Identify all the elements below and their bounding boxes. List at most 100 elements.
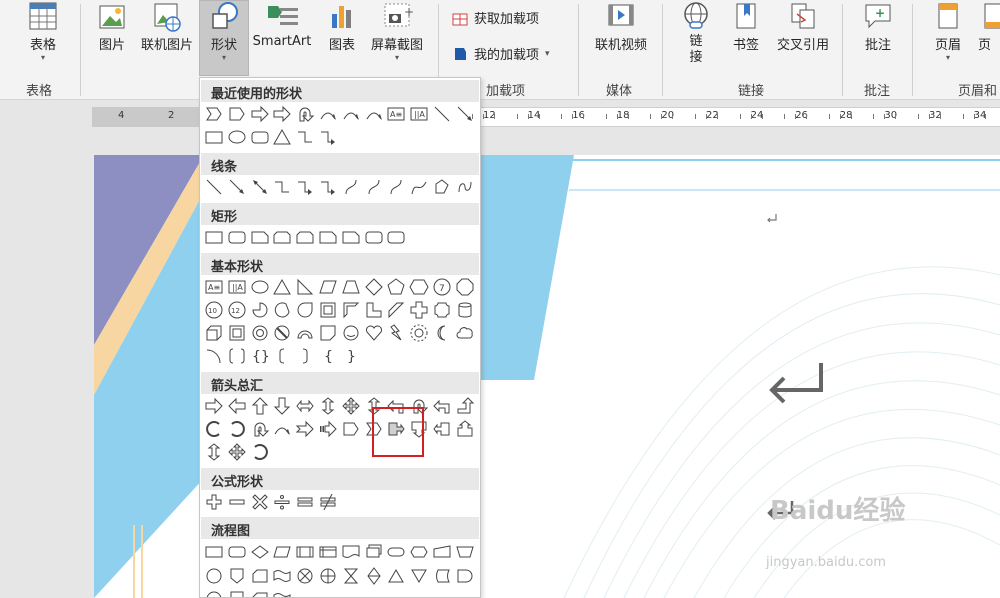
shape-option-lshape[interactable] [364,300,384,320]
shape-option-fcMerge[interactable] [409,566,429,586]
shape-option-penta[interactable] [386,277,406,297]
shape-option-fcSort[interactable] [364,566,384,586]
shape-option-freeform[interactable] [409,177,429,197]
shape-option-trap[interactable] [341,277,361,297]
shape-option-bentU[interactable] [455,396,475,416]
shape-option-snip2[interactable] [272,227,292,247]
cross-reference-button[interactable]: 交叉引用 [772,0,834,53]
shape-option-plus[interactable] [409,300,429,320]
shape-option-diamond[interactable] [364,277,384,297]
header-button[interactable]: 页眉 ▾ [926,0,970,63]
shape-option-curve[interactable] [364,104,384,124]
shape-option-linearr[interactable] [227,177,247,197]
get-addins-button[interactable]: 获取加载项 [452,8,539,27]
shape-option-fcTerm[interactable] [386,542,406,562]
shape-option-uturn[interactable] [295,104,315,124]
online-picture-button[interactable]: 联机图片 [138,0,196,53]
online-video-button[interactable]: 联机视频 [590,0,652,53]
shape-option-elbowA[interactable] [295,177,315,197]
shape-option-can[interactable] [455,300,475,320]
shape-option-fcOffpage[interactable] [227,589,247,597]
shape-option-vtextbox[interactable]: ||A [409,104,429,124]
shape-option-equal[interactable] [295,492,315,512]
shape-option-textbox[interactable]: A≡ [386,104,406,124]
shape-option-arUD[interactable] [318,396,338,416]
shape-option-bolt[interactable] [386,323,406,343]
shape-option-circR[interactable] [250,442,270,462]
shape-option-lbracket[interactable] [272,346,292,366]
shape-option-ellipse[interactable] [227,127,247,147]
shape-option-bentL[interactable] [432,396,452,416]
shape-option-fcManual[interactable] [432,542,452,562]
my-addins-button[interactable]: 我的加载项 ▾ [452,44,550,63]
shape-option-pent[interactable] [227,104,247,124]
shape-option-snip[interactable] [250,227,270,247]
shape-option-scurve[interactable] [341,177,361,197]
shapes-button[interactable]: 形状 ▾ [201,0,247,63]
shape-option-arcline[interactable] [204,346,224,366]
shape-option-bevel[interactable] [227,323,247,343]
shape-option-cross4[interactable] [227,442,247,462]
shape-option-uturn[interactable] [250,419,270,439]
shape-option-snip[interactable] [318,227,338,247]
shape-option-snip2[interactable] [295,227,315,247]
shape-option-fcExtract[interactable] [386,566,406,586]
shape-option-fcOr[interactable] [318,566,338,586]
table-button[interactable]: 表格 ▾ [22,0,64,63]
shape-option-arU[interactable] [250,396,270,416]
shape-option-arD[interactable] [272,396,292,416]
shape-option-calloutU[interactable] [455,419,475,439]
shape-option-halfframe[interactable] [341,300,361,320]
shape-option-fcStored[interactable] [432,566,452,586]
shape-option-fcData[interactable] [272,542,292,562]
shape-option-smiley[interactable] [341,323,361,343]
shape-option-calloutL[interactable] [432,419,452,439]
shape-option-cloud[interactable] [455,323,475,343]
shape-option-pent[interactable] [341,419,361,439]
shape-option-fcAlt[interactable] [227,542,247,562]
shape-option-arR[interactable] [272,104,292,124]
shape-option-textbox[interactable]: A≡ [204,277,224,297]
shape-option-fcDoc[interactable] [341,542,361,562]
shape-option-rtri[interactable] [295,277,315,297]
shape-option-rrect[interactable] [386,227,406,247]
shape-option-fcConn[interactable] [204,589,224,597]
shape-option-deca[interactable]: 10 [204,300,224,320]
shape-option-plusS[interactable] [204,492,224,512]
shape-option-hepta[interactable]: 7 [432,277,452,297]
shape-option-para[interactable] [318,277,338,297]
shape-option-fcSum[interactable] [295,566,315,586]
shape-option-pie[interactable] [250,300,270,320]
shape-option-elbow[interactable] [272,177,292,197]
shape-option-fcInternal[interactable] [318,542,338,562]
smartart-button[interactable]: SmartArt [250,0,314,49]
shape-option-fcPredef[interactable] [295,542,315,562]
shape-option-dblarr[interactable] [250,177,270,197]
shape-option-fcTape[interactable] [272,566,292,586]
shape-option-fcDecision[interactable] [250,542,270,562]
shape-option-curve[interactable] [272,419,292,439]
shape-option-tri[interactable] [272,277,292,297]
shape-option-elbow[interactable] [295,127,315,147]
shape-option-rect[interactable] [204,227,224,247]
shape-option-fcOffpage[interactable] [227,566,247,586]
shape-option-tri[interactable] [272,127,292,147]
shape-option-octa[interactable] [455,277,475,297]
shape-option-sun[interactable] [409,323,429,343]
shape-option-nosym[interactable] [272,323,292,343]
shape-option-elbowA[interactable] [318,127,338,147]
shape-option-rrect[interactable] [250,127,270,147]
shape-option-chord[interactable] [272,300,292,320]
shape-option-frame[interactable] [318,300,338,320]
footer-button[interactable]: 页 [978,0,1000,53]
shape-option-dodeca[interactable]: 12 [227,300,247,320]
shape-option-elbowA[interactable] [318,177,338,197]
shape-option-rect[interactable] [204,127,224,147]
shape-option-scribble[interactable] [455,177,475,197]
shape-option-arLR[interactable] [295,396,315,416]
shape-option-fcPrep[interactable] [409,542,429,562]
shape-option-bracepair[interactable]: {} [250,346,270,366]
shape-option-stripedR[interactable] [318,419,338,439]
shape-option-cube[interactable] [204,323,224,343]
shape-option-hexa[interactable] [409,277,429,297]
